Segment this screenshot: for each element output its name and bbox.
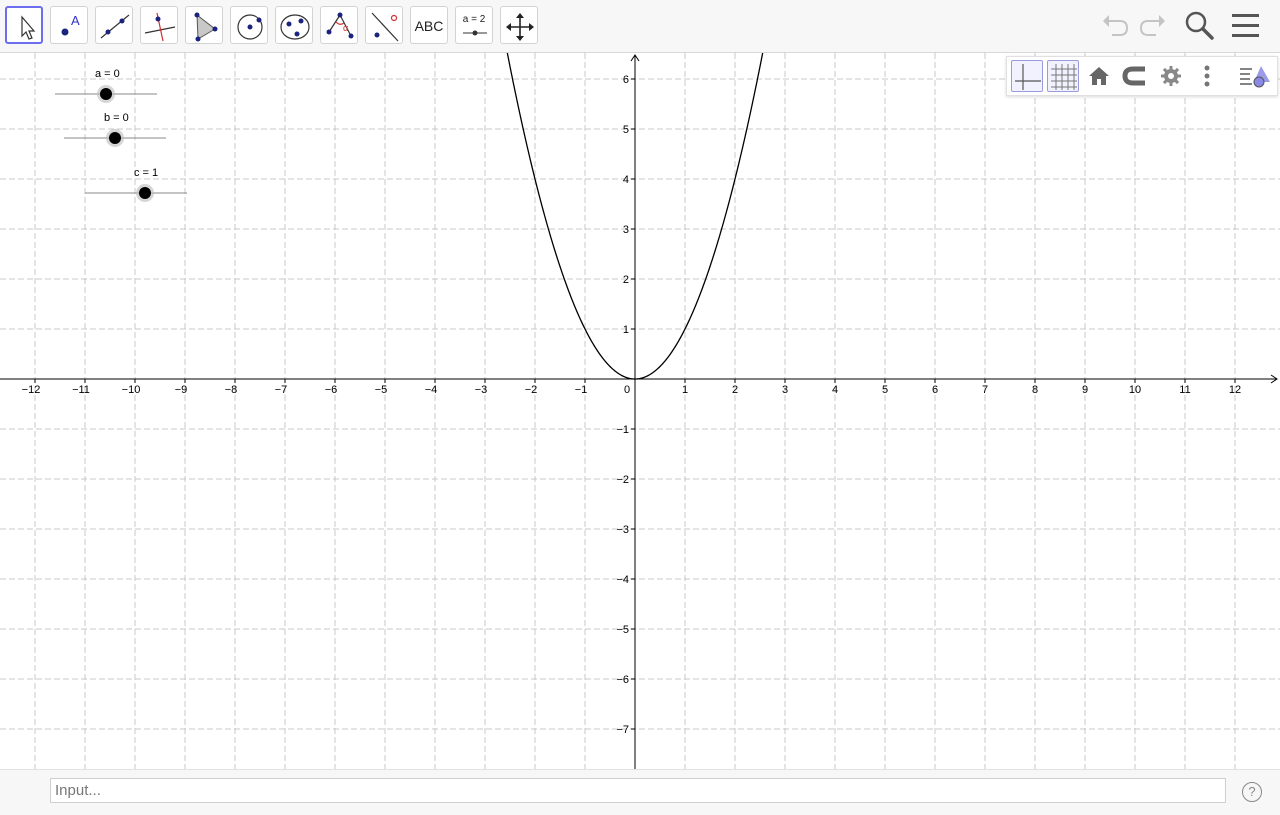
x-tick-label: 4 xyxy=(832,384,838,396)
grid-icon xyxy=(1051,64,1077,90)
x-tick-label: 8 xyxy=(1032,384,1038,396)
x-tick-label: 10 xyxy=(1129,384,1141,396)
more-vertical-icon xyxy=(1204,65,1210,87)
y-tick-label: 4 xyxy=(623,174,629,186)
point-tool-button[interactable]: A xyxy=(50,6,88,44)
perpendicular-line-tool-button[interactable] xyxy=(140,6,178,44)
input-bar: ? xyxy=(0,769,1280,815)
x-tick-label: 2 xyxy=(732,384,738,396)
x-tick-label: 1 xyxy=(682,384,688,396)
x-tick-label: 6 xyxy=(932,384,938,396)
x-tick-label: −12 xyxy=(22,384,41,396)
y-tick-label: −1 xyxy=(616,424,629,436)
line-icon xyxy=(100,14,130,39)
slider-c[interactable]: c = 1 xyxy=(85,167,189,207)
grid-toggle-button[interactable] xyxy=(1047,60,1079,92)
magnet-icon xyxy=(1122,66,1145,86)
ellipse-icon xyxy=(280,14,310,40)
y-tick-label: −2 xyxy=(616,474,629,486)
y-tick-label: −4 xyxy=(616,574,629,586)
coordinate-plane[interactable]: −12 −11 −10 −9 −8 −7 −6 −5 −4 −3 −2 −1 0 1 2 3 4 5 6 7 8 9 10 1… xyxy=(0,53,1280,769)
help-button[interactable]: ? xyxy=(1242,782,1262,802)
slider-tool-button[interactable]: a = 2 xyxy=(455,6,493,44)
angle-icon xyxy=(326,12,354,39)
menu-icon[interactable] xyxy=(1229,8,1263,42)
text-tool-label: ABC xyxy=(414,18,444,34)
algebra-input[interactable] xyxy=(50,778,1226,803)
y-tick-label: −3 xyxy=(616,524,629,536)
circle-tool-button[interactable] xyxy=(230,6,268,44)
circle-icon xyxy=(237,14,263,40)
more-options-button[interactable] xyxy=(1191,60,1223,92)
y-tick-label: −6 xyxy=(616,674,629,686)
slider-a-track[interactable] xyxy=(55,68,159,108)
point-tool-label: A xyxy=(71,13,80,28)
x-tick-label: 0 xyxy=(624,384,630,396)
x-tick-label: 11 xyxy=(1179,384,1190,396)
x-tick-label: −8 xyxy=(225,384,238,396)
y-tick-label: 6 xyxy=(623,74,629,86)
slider-a[interactable]: a = 0 xyxy=(55,68,159,108)
y-axis-ticks: 6 5 4 3 2 1 −1 −2 −3 −4 −5 −6 −7 xyxy=(616,74,635,736)
x-tick-label: 3 xyxy=(782,384,788,396)
reflect-icon xyxy=(371,12,399,42)
angle-tool-button[interactable]: α xyxy=(320,6,358,44)
axes-toggle-button[interactable] xyxy=(1011,60,1043,92)
undo-icon[interactable] xyxy=(1098,8,1132,42)
x-tick-label: −4 xyxy=(425,384,438,396)
slider-icon xyxy=(463,30,487,36)
x-tick-label: −5 xyxy=(375,384,388,396)
move-graphics-tool-button[interactable] xyxy=(500,6,538,44)
y-tick-label: 2 xyxy=(623,274,629,286)
y-tick-label: 1 xyxy=(623,324,629,336)
axes-icon xyxy=(1015,64,1041,90)
grid xyxy=(0,53,1280,769)
x-axis-ticks: −12 −11 −10 −9 −8 −7 −6 −5 −4 −3 −2 −1 0 1 2 3 4 5 6 7 8 9 10 1… xyxy=(22,379,1241,396)
x-tick-label: −1 xyxy=(575,384,588,396)
slider-b[interactable]: b = 0 xyxy=(64,112,168,152)
slider-b-track[interactable] xyxy=(64,112,168,152)
graphics-view[interactable]: −12 −11 −10 −9 −8 −7 −6 −5 −4 −3 −2 −1 0 1 2 3 4 5 6 7 8 9 10 1… xyxy=(0,53,1280,769)
angle-tool-label: α xyxy=(343,23,349,33)
standard-view-button[interactable] xyxy=(1083,60,1115,92)
x-tick-label: 12 xyxy=(1229,384,1241,396)
graphics-settings-button[interactable] xyxy=(1155,60,1187,92)
move-tool-button[interactable] xyxy=(5,6,43,44)
y-tick-label: 5 xyxy=(623,124,629,136)
reflect-tool-button[interactable] xyxy=(365,6,403,44)
text-tool-button[interactable]: ABC xyxy=(410,6,448,44)
polygon-icon xyxy=(194,12,218,42)
x-tick-label: −2 xyxy=(525,384,538,396)
polygon-tool-button[interactable] xyxy=(185,6,223,44)
x-tick-label: −3 xyxy=(475,384,488,396)
line-tool-button[interactable] xyxy=(95,6,133,44)
y-tick-label: 3 xyxy=(623,224,629,236)
redo-icon[interactable] xyxy=(1136,8,1170,42)
x-tick-label: 5 xyxy=(882,384,888,396)
move-graphics-icon xyxy=(506,13,534,41)
toolbar: A α ABC a = 2 xyxy=(0,0,1280,53)
style-bar xyxy=(1006,56,1278,96)
search-icon[interactable] xyxy=(1182,8,1216,42)
conic-tool-button[interactable] xyxy=(275,6,313,44)
toggle-style-bar-button[interactable] xyxy=(1237,60,1273,92)
y-tick-label: −5 xyxy=(616,624,629,636)
slider-c-track[interactable] xyxy=(85,167,189,207)
gear-icon xyxy=(1161,66,1181,86)
style-bar-toggle-icon xyxy=(1240,66,1270,88)
arrow-cursor-icon xyxy=(21,15,36,40)
x-tick-label: −6 xyxy=(325,384,338,396)
perpendicular-line-icon xyxy=(144,12,176,42)
x-tick-label: 9 xyxy=(1082,384,1088,396)
home-icon xyxy=(1089,67,1109,85)
x-tick-label: 7 xyxy=(982,384,988,396)
x-tick-label: −10 xyxy=(122,384,141,396)
x-tick-label: −7 xyxy=(275,384,288,396)
x-tick-label: −11 xyxy=(72,384,90,396)
point-icon xyxy=(61,28,69,36)
x-tick-label: −9 xyxy=(175,384,188,396)
point-capturing-button[interactable] xyxy=(1119,60,1151,92)
y-tick-label: −7 xyxy=(616,724,629,736)
